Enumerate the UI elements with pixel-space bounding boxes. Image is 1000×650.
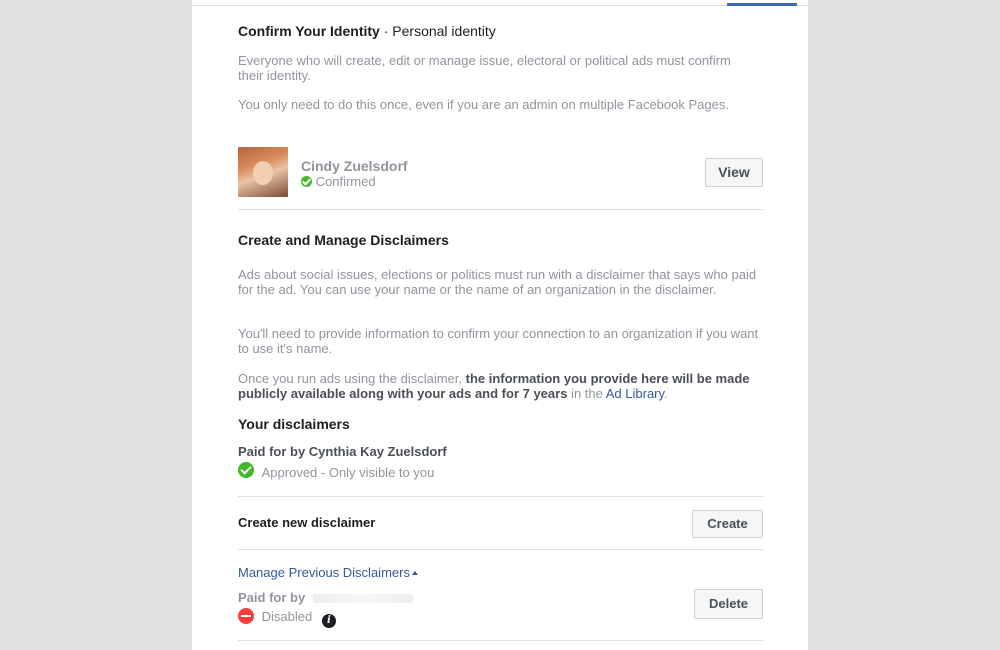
identity-description: Everyone who will create, edit or manage… <box>238 53 731 83</box>
identity-note: You only need to do this once, even if y… <box>238 97 729 112</box>
section-divider <box>238 549 763 550</box>
public-note-mid: in the <box>567 386 606 401</box>
identity-status: Confirmed <box>301 174 376 189</box>
previous-disclaimer-label: Paid for by <box>238 590 306 605</box>
ad-library-link[interactable]: Ad Library <box>606 386 664 401</box>
confirmed-check-icon <box>301 176 312 187</box>
public-note-start: Once you run ads using the disclaimer, <box>238 371 466 386</box>
disabled-icon <box>238 608 254 624</box>
identity-status-text: Confirmed <box>315 174 376 189</box>
user-avatar[interactable] <box>238 147 288 197</box>
avatar-face <box>253 161 273 185</box>
info-icon[interactable]: i <box>321 614 336 628</box>
create-disclaimer-title: Create new disclaimer <box>238 515 376 530</box>
settings-panel: Confirm Your Identity · Personal identit… <box>192 0 808 650</box>
approved-status-text: Approved - Only visible to you <box>261 465 435 480</box>
disclaimers-organization-note: You'll need to provide information to co… <box>238 326 759 356</box>
active-tab-indicator <box>727 3 797 6</box>
section-divider <box>238 640 763 641</box>
redacted-name <box>312 594 413 603</box>
previous-disclaimer-status: Disabled i <box>238 608 336 628</box>
section-divider <box>238 209 763 210</box>
top-divider <box>192 5 808 6</box>
your-disclaimers-title: Your disclaimers <box>238 416 350 432</box>
public-note-end: . <box>664 386 668 401</box>
previous-disclaimer-name: Paid for by <box>238 590 413 605</box>
manage-link-text: Manage Previous Disclaimers <box>238 565 410 580</box>
current-disclaimer-status: Approved - Only visible to you <box>238 462 434 482</box>
view-button[interactable]: View <box>705 158 763 187</box>
manage-previous-disclaimers-link[interactable]: Manage Previous Disclaimers <box>238 565 418 580</box>
identity-title-text: Confirm Your Identity <box>238 23 380 39</box>
disclaimers-public-note: Once you run ads using the disclaimer, t… <box>238 371 763 401</box>
caret-up-icon <box>411 571 418 575</box>
identity-subtitle: Personal identity <box>392 23 496 39</box>
disabled-status-text: Disabled <box>261 609 313 624</box>
approved-check-icon <box>238 462 254 478</box>
disclaimers-title: Create and Manage Disclaimers <box>238 232 449 248</box>
disclaimers-description: Ads about social issues, elections or po… <box>238 267 757 297</box>
user-name[interactable]: Cindy Zuelsdorf <box>301 158 408 174</box>
create-button[interactable]: Create <box>692 510 763 538</box>
delete-button[interactable]: Delete <box>694 589 763 619</box>
title-separator: · <box>379 23 393 39</box>
identity-title: Confirm Your Identity · Personal identit… <box>238 23 496 39</box>
current-disclaimer-name: Paid for by Cynthia Kay Zuelsdorf <box>238 444 447 459</box>
section-divider <box>238 496 763 497</box>
